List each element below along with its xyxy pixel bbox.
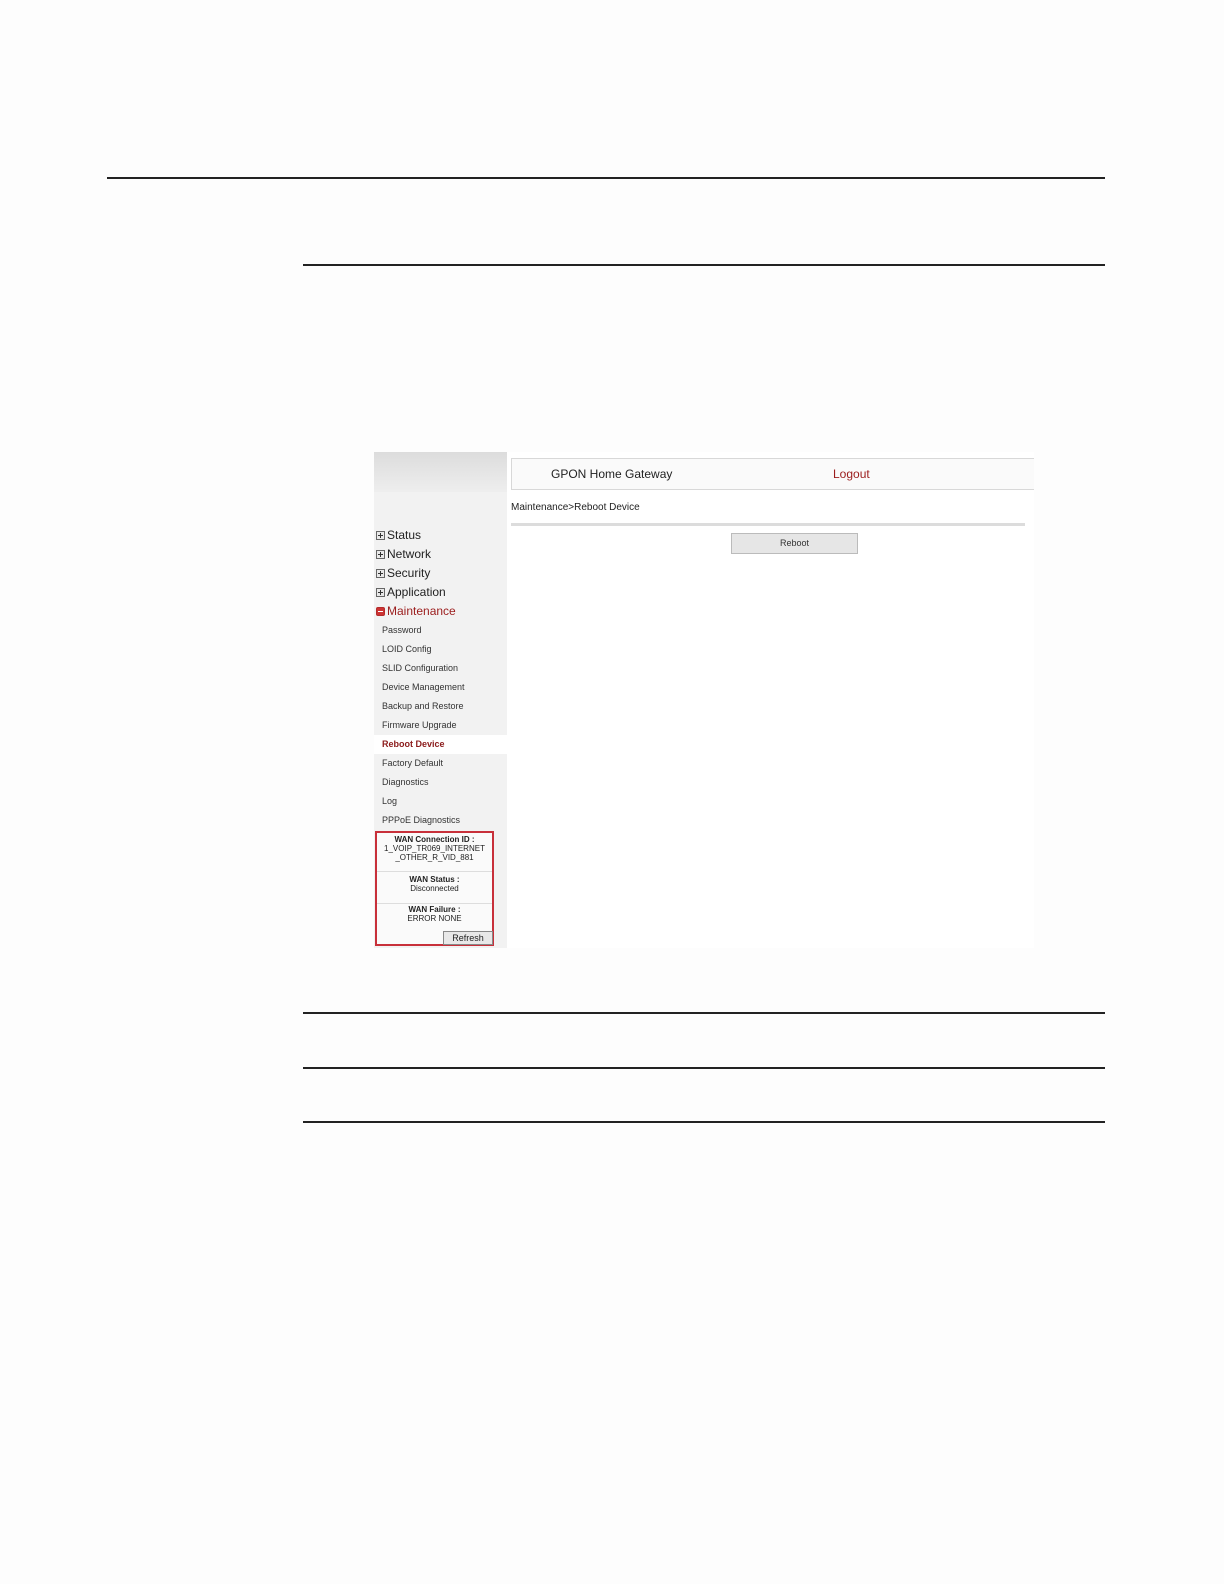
menu-item-status[interactable]: Status bbox=[376, 526, 421, 544]
submenu-item-reboot-device[interactable]: Reboot Device bbox=[374, 735, 507, 754]
submenu-item-log[interactable]: Log bbox=[374, 792, 507, 811]
submenu-item-pppoe-diagnostics[interactable]: PPPoE Diagnostics bbox=[374, 811, 507, 830]
submenu-item-diagnostics[interactable]: Diagnostics bbox=[374, 773, 507, 792]
app-title: GPON Home Gateway bbox=[551, 467, 673, 481]
collapse-minus-icon bbox=[376, 606, 385, 616]
wan-connection-section: WAN Connection ID : 1_VOIP_TR069_INTERNE… bbox=[377, 835, 492, 872]
wan-status-label: WAN Status : bbox=[409, 875, 460, 884]
expand-plus-icon bbox=[376, 549, 385, 559]
router-ui-screenshot: Status Network Security Application Main… bbox=[374, 452, 1034, 948]
menu-item-label: Maintenance bbox=[387, 604, 456, 618]
submenu-item-backup-restore[interactable]: Backup and Restore bbox=[374, 697, 507, 716]
content-divider bbox=[511, 523, 1025, 526]
expand-plus-icon bbox=[376, 568, 385, 578]
wan-status-value: Disconnected bbox=[410, 884, 459, 893]
sidebar: Status Network Security Application Main… bbox=[374, 452, 507, 948]
wan-status-section: WAN Status : Disconnected bbox=[377, 875, 492, 904]
top-header: GPON Home Gateway Logout bbox=[511, 458, 1034, 490]
section-rule bbox=[303, 264, 1105, 266]
refresh-button[interactable]: Refresh bbox=[443, 931, 493, 945]
wan-failure-section: WAN Failure : ERROR NONE bbox=[377, 905, 492, 931]
reboot-button[interactable]: Reboot bbox=[731, 533, 858, 554]
wan-connection-value: _OTHER_R_VID_881 bbox=[395, 853, 474, 862]
menu-item-label: Application bbox=[387, 585, 446, 599]
submenu-item-device-management[interactable]: Device Management bbox=[374, 678, 507, 697]
wan-connection-value: 1_VOIP_TR069_INTERNET bbox=[384, 844, 485, 853]
logout-link[interactable]: Logout bbox=[833, 467, 870, 481]
sidebar-header bbox=[374, 452, 507, 492]
menu-item-label: Network bbox=[387, 547, 432, 561]
menu-item-network[interactable]: Network bbox=[376, 545, 431, 563]
page-top-rule bbox=[107, 177, 1105, 179]
menu-item-maintenance[interactable]: Maintenance bbox=[376, 602, 456, 620]
wan-connection-label: WAN Connection ID : bbox=[394, 835, 475, 844]
submenu-item-factory-default[interactable]: Factory Default bbox=[374, 754, 507, 773]
table-rule bbox=[303, 1121, 1105, 1123]
wan-failure-label: WAN Failure : bbox=[408, 905, 461, 914]
table-rule bbox=[303, 1067, 1105, 1069]
breadcrumb: Maintenance>Reboot Device bbox=[511, 502, 640, 513]
expand-plus-icon bbox=[376, 530, 385, 540]
wan-failure-value: ERROR NONE bbox=[407, 914, 462, 923]
submenu-item-slid-configuration[interactable]: SLID Configuration bbox=[374, 659, 507, 678]
submenu-item-loid-config[interactable]: LOID Config bbox=[374, 640, 507, 659]
table-rule bbox=[303, 1012, 1105, 1014]
expand-plus-icon bbox=[376, 587, 385, 597]
wan-status-panel: WAN Connection ID : 1_VOIP_TR069_INTERNE… bbox=[375, 831, 494, 946]
submenu-item-firmware-upgrade[interactable]: Firmware Upgrade bbox=[374, 716, 507, 735]
menu-item-security[interactable]: Security bbox=[376, 564, 430, 582]
submenu-item-password[interactable]: Password bbox=[374, 621, 507, 640]
menu-item-label: Security bbox=[387, 566, 431, 580]
menu-item-label: Status bbox=[387, 528, 422, 542]
menu-item-application[interactable]: Application bbox=[376, 583, 446, 601]
